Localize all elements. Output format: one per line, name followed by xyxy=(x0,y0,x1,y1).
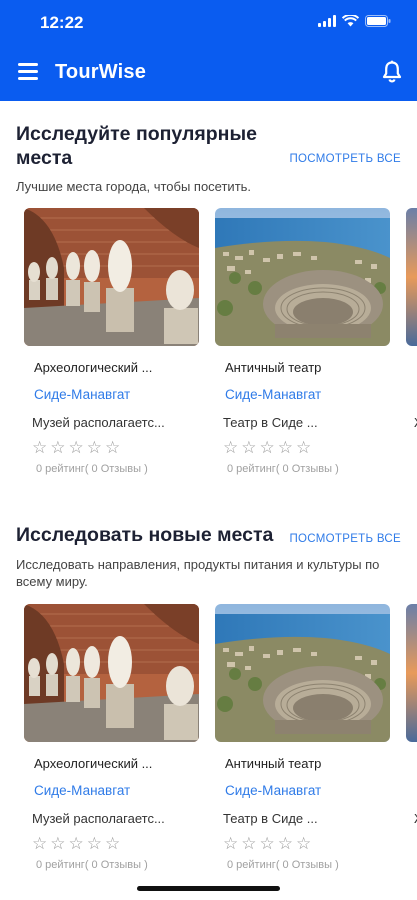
star-icon[interactable]: ☆ xyxy=(278,439,293,457)
star-icon[interactable]: ☆ xyxy=(260,835,275,853)
star-icon[interactable]: ☆ xyxy=(223,835,238,853)
places-carousel[interactable]: Археологический ... Сиде-Манавгат Музей … xyxy=(0,208,417,498)
status-icons xyxy=(318,15,391,27)
place-description: Театр в Сиде ... xyxy=(223,811,318,826)
star-icon[interactable]: ☆ xyxy=(260,439,275,457)
see-all-link[interactable]: посмотреть все xyxy=(289,533,401,545)
star-rating[interactable]: ☆ ☆ ☆ ☆ ☆ xyxy=(223,835,311,853)
place-location-link[interactable]: Сиде-Манавгат xyxy=(225,783,321,798)
star-icon[interactable]: ☆ xyxy=(296,835,311,853)
rating-count: 0 рейтинг( 0 Отзывы ) xyxy=(36,463,148,475)
star-rating[interactable]: ☆ ☆ ☆ ☆ ☆ xyxy=(32,835,120,853)
place-card[interactable]: Археологический ... Сиде-Манавгат Музей … xyxy=(16,604,207,882)
status-bar: 12:22 xyxy=(0,0,417,44)
star-icon[interactable]: ☆ xyxy=(241,439,256,457)
star-icon[interactable]: ☆ xyxy=(32,439,47,457)
home-indicator[interactable] xyxy=(137,886,280,891)
section-subtitle: Исследовать направления, продукты питани… xyxy=(16,557,380,589)
place-card[interactable]: Античный театр Сиде-Манавгат Театр в Сид… xyxy=(207,604,398,882)
see-all-link[interactable]: посмотреть все xyxy=(289,153,401,165)
star-icon[interactable]: ☆ xyxy=(87,439,102,457)
star-icon[interactable]: ☆ xyxy=(69,439,84,457)
sunset-image xyxy=(406,208,417,346)
section-new-places: Исследовать новые места посмотреть все И… xyxy=(0,511,417,891)
battery-icon xyxy=(365,15,391,27)
menu-icon[interactable] xyxy=(18,63,38,80)
section-popular-places: Исследуйте популярные места посмотреть в… xyxy=(0,101,417,511)
star-icon[interactable]: ☆ xyxy=(50,835,65,853)
museum-statues-image xyxy=(24,208,199,346)
section-subtitle: Лучшие места города, чтобы посетить. xyxy=(16,179,252,194)
place-location-link[interactable]: Сиде-Манавгат xyxy=(34,783,130,798)
place-name: Античный театр xyxy=(225,360,322,375)
star-icon[interactable]: ☆ xyxy=(105,835,120,853)
rating-count: 0 рейтинг( 0 Отзывы ) xyxy=(227,463,339,475)
status-time: 12:22 xyxy=(40,13,84,32)
star-rating[interactable]: ☆ ☆ ☆ ☆ ☆ xyxy=(32,439,120,457)
place-card[interactable]: Ж xyxy=(398,604,417,882)
star-icon[interactable]: ☆ xyxy=(296,439,311,457)
place-location-link[interactable]: Сиде-Манавгат xyxy=(225,387,321,402)
place-name: Археологический ... xyxy=(34,360,153,375)
cellular-signal-icon xyxy=(318,15,336,27)
section-title: Исследуйте популярные места xyxy=(16,123,257,169)
star-icon[interactable]: ☆ xyxy=(87,835,102,853)
place-name: Античный театр xyxy=(225,756,322,771)
places-carousel[interactable]: Археологический ... Сиде-Манавгат Музей … xyxy=(0,604,417,894)
place-location-link[interactable]: Сиде-Манавгат xyxy=(34,387,130,402)
place-card[interactable]: Античный театр Сиде-Манавгат Театр в Сид… xyxy=(207,208,398,486)
star-rating[interactable]: ☆ ☆ ☆ ☆ ☆ xyxy=(223,439,311,457)
place-description: Театр в Сиде ... xyxy=(223,415,318,430)
star-icon[interactable]: ☆ xyxy=(105,439,120,457)
ancient-theatre-image xyxy=(215,208,390,346)
app-title: TourWise xyxy=(55,61,147,83)
place-description: Музей располагаетс... xyxy=(32,811,165,826)
section-title: Исследовать новые места xyxy=(16,524,274,546)
place-card[interactable]: Ж xyxy=(398,208,417,486)
sunset-image xyxy=(406,604,417,742)
ancient-theatre-image xyxy=(215,604,390,742)
star-icon[interactable]: ☆ xyxy=(50,439,65,457)
place-name: Археологический ... xyxy=(34,756,153,771)
star-icon[interactable]: ☆ xyxy=(278,835,293,853)
bell-icon[interactable] xyxy=(381,60,403,84)
star-icon[interactable]: ☆ xyxy=(223,439,238,457)
museum-statues-image xyxy=(24,604,199,742)
rating-count: 0 рейтинг( 0 Отзывы ) xyxy=(36,859,148,871)
place-card[interactable]: Археологический ... Сиде-Манавгат Музей … xyxy=(16,208,207,486)
star-icon[interactable]: ☆ xyxy=(241,835,256,853)
rating-count: 0 рейтинг( 0 Отзывы ) xyxy=(227,859,339,871)
place-description: Музей располагаетс... xyxy=(32,415,165,430)
app-header: TourWise xyxy=(0,44,417,101)
star-icon[interactable]: ☆ xyxy=(32,835,47,853)
wifi-icon xyxy=(342,15,359,27)
star-icon[interactable]: ☆ xyxy=(69,835,84,853)
